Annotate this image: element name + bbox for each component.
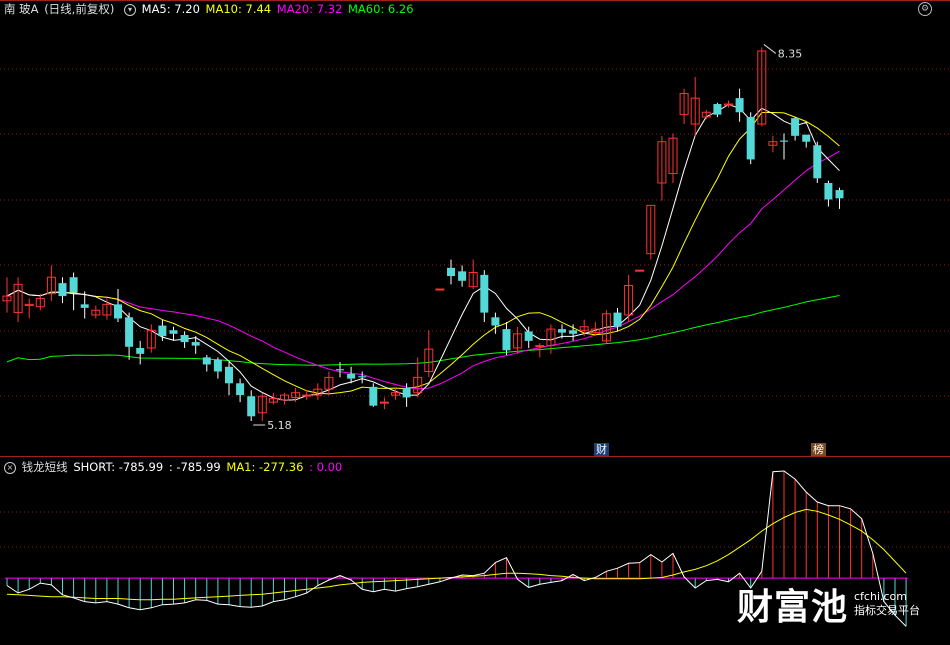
stock-name: 南 玻A [4, 2, 39, 16]
watermark-logo: 财富池 [736, 587, 848, 628]
ma10-label: MA10: 7.44 [205, 2, 272, 16]
candle-body-down [791, 118, 800, 136]
ma5-label: MA5: 7.20 [141, 2, 200, 16]
candle-body-down [169, 330, 178, 334]
watermark: 财富池 cfchi.com 指标交易平台 [737, 578, 920, 630]
low-label: 5.18 [267, 419, 292, 432]
period-label: (日线,前复权) [44, 2, 115, 16]
candle-body-down [358, 376, 367, 378]
value2-label: : -785.99 [168, 460, 221, 474]
ma10-line [6, 112, 840, 395]
candle-body-down [558, 329, 566, 333]
candle-body-down [735, 98, 744, 113]
short-label: SHORT: -785.99 [73, 460, 164, 474]
candle-body-down [69, 277, 78, 293]
ranking-badge[interactable]: 榜 [811, 443, 826, 456]
candle-body-down [780, 140, 788, 142]
candle-body-down [225, 366, 233, 384]
candle-body-down [114, 304, 122, 319]
candle-body-down [613, 312, 622, 327]
chart-window: 8.35 5.18 南 玻A (日线,前复权) ▾ MA5: 7.20 MA10:… [0, 0, 950, 645]
ma60-label: MA60: 6.26 [347, 2, 414, 16]
candle-body-down [80, 304, 89, 308]
chart-canvas: 8.35 5.18 [0, 0, 950, 627]
ma5-line [6, 103, 840, 401]
close-icon[interactable]: × [4, 461, 16, 474]
candle-body-down [402, 388, 411, 398]
candle-body-down [202, 357, 211, 365]
ma1-label: MA1: -277.36 [226, 460, 304, 474]
candle-body-down [802, 134, 811, 142]
candle-body-down [458, 271, 467, 281]
ma20-label: MA20: 7.32 [276, 2, 343, 16]
candle-body-down [191, 342, 200, 346]
candle-body-up [535, 345, 545, 348]
ma20-line [6, 150, 840, 390]
candle-body-down [835, 190, 844, 199]
candle-body-down [813, 145, 822, 179]
candle-body-up [302, 394, 312, 397]
candle-body-down [524, 331, 533, 341]
candle-body-down [447, 267, 455, 277]
candle-body-down [713, 104, 722, 115]
candle-body-down [136, 347, 145, 354]
candle-body-down [347, 373, 356, 379]
candle-body-down [569, 330, 578, 334]
candle-body-down [180, 334, 189, 343]
candle-body-up [635, 269, 645, 272]
candle-body-down [369, 386, 378, 406]
candle-body-down [491, 317, 500, 326]
candle-body-down [480, 274, 489, 313]
settings-icon[interactable]: ⚙ [918, 2, 932, 16]
candle-body-down [336, 369, 344, 371]
watermark-site: cfchi.com [854, 590, 907, 603]
candle-body-down [247, 396, 256, 417]
candle-body-down [213, 359, 222, 372]
candle-body-down [824, 182, 833, 200]
indicator-header: × 钱龙短线 SHORT: -785.99 : -785.99 MA1: -27… [4, 459, 344, 475]
indicator-name: 钱龙短线 [21, 460, 68, 474]
watermark-tagline: 指标交易平台 [854, 604, 920, 617]
candle-body-down [236, 383, 245, 396]
high-label: 8.35 [778, 47, 803, 60]
candle-body-down [746, 116, 755, 160]
candle-body-up [435, 288, 445, 291]
candle-body-down [58, 283, 67, 297]
candle-body-down [158, 325, 167, 337]
financial-report-badge[interactable]: 财 [594, 443, 609, 456]
value4-label: : 0.00 [309, 460, 343, 474]
price-header: 南 玻A (日线,前复权) ▾ MA5: 7.20 MA10: 7.44 MA2… [4, 1, 416, 17]
candle-body-down [502, 329, 511, 351]
dropdown-icon[interactable]: ▾ [123, 3, 136, 16]
candle-body-up [379, 401, 389, 404]
candle-body-down [125, 317, 134, 347]
